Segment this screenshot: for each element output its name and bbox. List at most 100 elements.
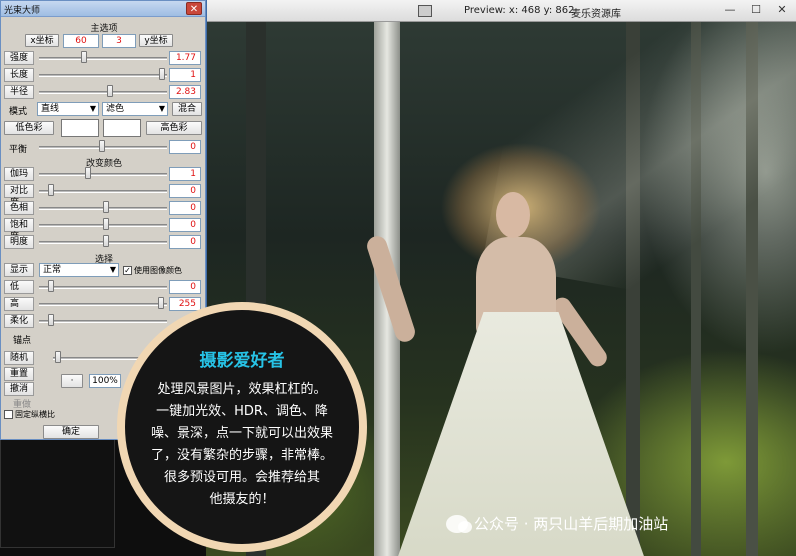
gamma-value[interactable]: 1 <box>169 167 201 181</box>
badge-line: 噪、景深，点一下就可以出效果 <box>150 426 333 441</box>
review-badge: 摄影爱好者 处理风景图片，效果杠杠的。 一键加光效、HDR、调色、降 噪、景深，… <box>117 302 367 552</box>
mode-select[interactable]: 直线 ▼ <box>37 102 99 116</box>
panel-titlebar[interactable]: 光束大师 ✕ <box>1 1 205 17</box>
mode-select-value: 直线 <box>41 104 60 114</box>
watermark-text: 公众号 · 两只山羊后期加油站 <box>474 515 669 533</box>
high-range-value[interactable]: 255 <box>169 297 201 311</box>
saturation-slider-thumb[interactable] <box>103 218 109 230</box>
dot-button[interactable]: · <box>61 374 83 388</box>
use-image-color-checkbox[interactable]: ✓ <box>123 266 132 275</box>
secondary-panel <box>0 438 115 548</box>
x-coord-field[interactable]: 60 <box>63 34 99 48</box>
mix-button[interactable]: 混合 <box>172 102 202 116</box>
preview-header: Preview: x: 468 y: 862 麦乐资源库 — ☐ ✕ <box>206 0 796 22</box>
gamma-button[interactable]: 伽玛 <box>4 167 34 181</box>
chevron-down-icon: ▼ <box>89 104 96 113</box>
strength-slider[interactable] <box>39 57 167 60</box>
low-range-value[interactable]: 0 <box>169 280 201 294</box>
badge-line: 他摄友的！ <box>209 492 275 507</box>
fixed-ratio-label: 固定纵横比 <box>15 410 55 419</box>
saturation-button[interactable]: 饱和度 <box>4 218 34 242</box>
badge-line: 了，没有繁杂的步骤，非常棒。 <box>150 448 333 463</box>
contrast-slider-thumb[interactable] <box>48 184 54 196</box>
wechat-icon <box>446 514 472 533</box>
blend-select-value: 滤色 <box>106 104 125 114</box>
watermark: 公众号 · 两只山羊后期加油站 <box>446 513 668 534</box>
anchor-label: 锚点 <box>13 336 32 346</box>
ok-button[interactable]: 确定 <box>43 425 99 439</box>
balance-slider-thumb[interactable] <box>99 140 105 152</box>
low-range-button[interactable]: 低 <box>4 280 34 294</box>
soften-slider-thumb[interactable] <box>48 314 54 326</box>
radius-slider-thumb[interactable] <box>107 85 113 97</box>
radius-button[interactable]: 半径 <box>4 85 34 99</box>
low-range-slider-thumb[interactable] <box>48 280 54 292</box>
high-range-button[interactable]: 高 <box>4 297 34 311</box>
high-range-slider[interactable] <box>39 303 167 306</box>
hue-button[interactable]: 色相 <box>4 201 34 215</box>
maximize-icon[interactable]: ☐ <box>748 3 764 17</box>
radius-value[interactable]: 2.83 <box>169 85 201 99</box>
chevron-down-icon: ▼ <box>158 104 165 113</box>
use-image-color-label: 使用图像颜色 <box>134 266 182 275</box>
y-coord-button[interactable]: y坐标 <box>139 34 173 47</box>
length-button[interactable]: 长度 <box>4 68 34 82</box>
fixed-ratio-checkbox[interactable] <box>4 410 13 419</box>
display-button[interactable]: 显示 <box>4 263 34 277</box>
lightness-value[interactable]: 0 <box>169 235 201 249</box>
preview-coordinates: Preview: x: 468 y: 862 <box>464 5 575 16</box>
display-select[interactable]: 正常 ▼ <box>39 263 119 277</box>
close-icon[interactable]: ✕ <box>774 3 790 17</box>
lightness-button[interactable]: 明度 <box>4 235 34 249</box>
length-slider[interactable] <box>39 74 167 77</box>
balance-value[interactable]: 0 <box>169 140 201 154</box>
strength-button[interactable]: 强度 <box>4 51 34 65</box>
hue-value[interactable]: 0 <box>169 201 201 215</box>
badge-line: 一键加光效、HDR、调色、降 <box>156 404 328 419</box>
zoom-field[interactable]: 100% <box>89 374 121 388</box>
low-color-button[interactable]: 低色彩 <box>4 121 54 135</box>
length-value[interactable]: 1 <box>169 68 201 82</box>
preview-thumbnail-icon[interactable] <box>418 5 432 17</box>
strength-slider-thumb[interactable] <box>81 51 87 63</box>
y-coord-field[interactable]: 3 <box>102 34 136 48</box>
high-color-button[interactable]: 高色彩 <box>146 121 202 135</box>
random-button[interactable]: 随机 <box>4 351 34 365</box>
gamma-slider[interactable] <box>39 173 167 176</box>
minimize-icon[interactable]: — <box>722 3 738 17</box>
soften-button[interactable]: 柔化 <box>4 314 34 328</box>
blend-select[interactable]: 滤色 ▼ <box>102 102 168 116</box>
x-coord-button[interactable]: x坐标 <box>25 34 59 47</box>
model-face <box>496 192 530 238</box>
contrast-slider[interactable] <box>39 190 167 193</box>
preview-brand: 麦乐资源库 <box>571 9 621 20</box>
low-color-swatch[interactable] <box>61 119 99 137</box>
close-icon[interactable]: ✕ <box>186 2 202 15</box>
hue-slider-thumb[interactable] <box>103 201 109 213</box>
display-select-value: 正常 <box>43 265 62 275</box>
high-color-swatch[interactable] <box>103 119 141 137</box>
undo-button[interactable]: 撤消 <box>4 382 34 396</box>
length-slider-thumb[interactable] <box>159 68 165 80</box>
badge-line: 处理风景图片，效果杠杠的。 <box>157 382 327 397</box>
radius-slider[interactable] <box>39 91 167 94</box>
contrast-button[interactable]: 对比度 <box>4 184 34 208</box>
balance-label: 平衡 <box>9 145 28 155</box>
saturation-value[interactable]: 0 <box>169 218 201 232</box>
mode-label: 模式 <box>9 107 28 117</box>
badge-title: 摄影爱好者 <box>199 351 285 371</box>
low-range-slider[interactable] <box>39 286 167 289</box>
chevron-down-icon: ▼ <box>109 265 116 274</box>
soften-slider[interactable] <box>39 320 167 323</box>
strength-value[interactable]: 1.77 <box>169 51 201 65</box>
random-slider-thumb[interactable] <box>55 351 61 363</box>
window-controls: — ☐ ✕ <box>722 3 790 17</box>
panel-title: 光束大师 <box>4 6 41 16</box>
section-main: 主选项 <box>90 24 118 34</box>
reset-button[interactable]: 重置 <box>4 367 34 381</box>
contrast-value[interactable]: 0 <box>169 184 201 198</box>
gamma-slider-thumb[interactable] <box>85 167 91 179</box>
high-range-slider-thumb[interactable] <box>158 297 164 309</box>
lightness-slider-thumb[interactable] <box>103 235 109 247</box>
badge-line: 很多预设可用。会推荐给其 <box>163 470 320 485</box>
